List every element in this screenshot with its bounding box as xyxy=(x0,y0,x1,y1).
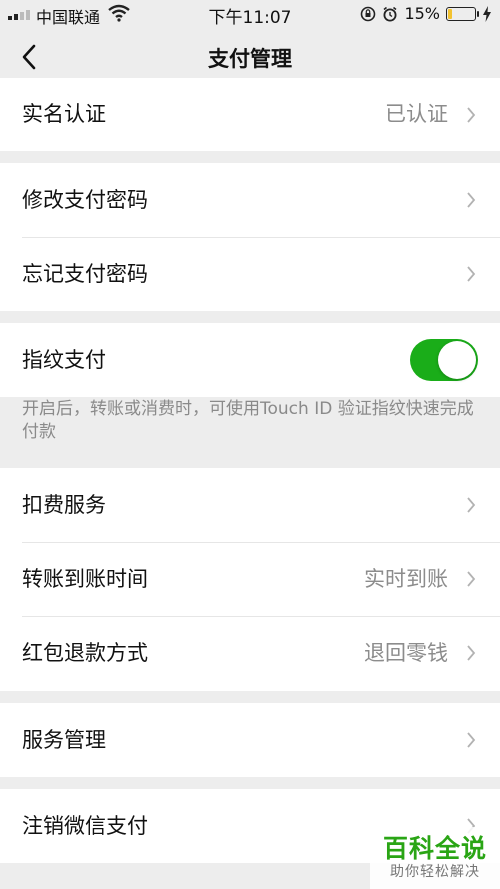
status-bar: 中国联通 下午11:07 15% xyxy=(0,0,500,28)
toggle-knob xyxy=(438,341,476,379)
row-change-password[interactable]: 修改支付密码 xyxy=(0,163,500,237)
watermark: 百科全说 助你轻松解决 xyxy=(370,827,500,889)
row-label: 红包退款方式 xyxy=(22,641,148,665)
row-service-management[interactable]: 服务管理 xyxy=(0,703,500,777)
chevron-right-icon xyxy=(467,571,476,587)
chevron-right-icon xyxy=(467,192,476,208)
page-title: 支付管理 xyxy=(208,47,292,71)
battery-tip xyxy=(477,10,479,17)
chevron-right-icon xyxy=(467,107,476,123)
chevron-right-icon xyxy=(467,732,476,748)
chevron-right-icon xyxy=(467,266,476,282)
group-identity: 实名认证 已认证 xyxy=(0,78,500,151)
chevron-right-icon xyxy=(467,645,476,661)
row-deduction-service[interactable]: 扣费服务 xyxy=(0,468,500,542)
row-value: 退回零钱 xyxy=(364,641,448,665)
group-services: 扣费服务 转账到账时间 实时到账 红包退款方式 退回零钱 xyxy=(0,468,500,691)
watermark-title: 百科全说 xyxy=(382,834,487,863)
chevron-right-icon xyxy=(467,497,476,513)
row-label: 扣费服务 xyxy=(22,493,106,517)
group-password: 修改支付密码 忘记支付密码 xyxy=(0,163,500,311)
row-label: 注销微信支付 xyxy=(22,814,148,838)
fingerprint-toggle[interactable] xyxy=(410,339,478,381)
rotation-lock-icon xyxy=(361,6,376,21)
row-label: 修改支付密码 xyxy=(22,188,148,212)
row-label: 指纹支付 xyxy=(22,348,106,372)
row-fingerprint-pay: 指纹支付 xyxy=(0,323,500,397)
row-transfer-time[interactable]: 转账到账时间 实时到账 xyxy=(0,542,500,616)
battery-percent: 15% xyxy=(404,4,440,23)
row-red-packet-refund[interactable]: 红包退款方式 退回零钱 xyxy=(0,616,500,690)
battery-fill xyxy=(448,8,452,19)
row-value: 实时到账 xyxy=(364,567,448,591)
row-label: 转账到账时间 xyxy=(22,567,148,591)
row-forgot-password[interactable]: 忘记支付密码 xyxy=(0,237,500,311)
row-label: 实名认证 xyxy=(22,102,106,126)
row-label: 忘记支付密码 xyxy=(22,262,148,286)
charging-icon xyxy=(483,5,491,22)
battery-icon xyxy=(446,6,479,21)
status-right: 15% xyxy=(354,4,492,23)
row-value: 已认证 xyxy=(385,102,448,126)
row-real-name-auth[interactable]: 实名认证 已认证 xyxy=(0,78,500,151)
group-manage: 服务管理 xyxy=(0,703,500,777)
fingerprint-description: 开启后，转账或消费时，可使用Touch ID 验证指纹快速完成付款 xyxy=(22,399,474,442)
watermark-subtitle: 助你轻松解决 xyxy=(390,864,480,880)
alarm-icon xyxy=(383,6,397,21)
group-fingerprint: 指纹支付 xyxy=(0,323,500,397)
row-label: 服务管理 xyxy=(22,728,106,752)
